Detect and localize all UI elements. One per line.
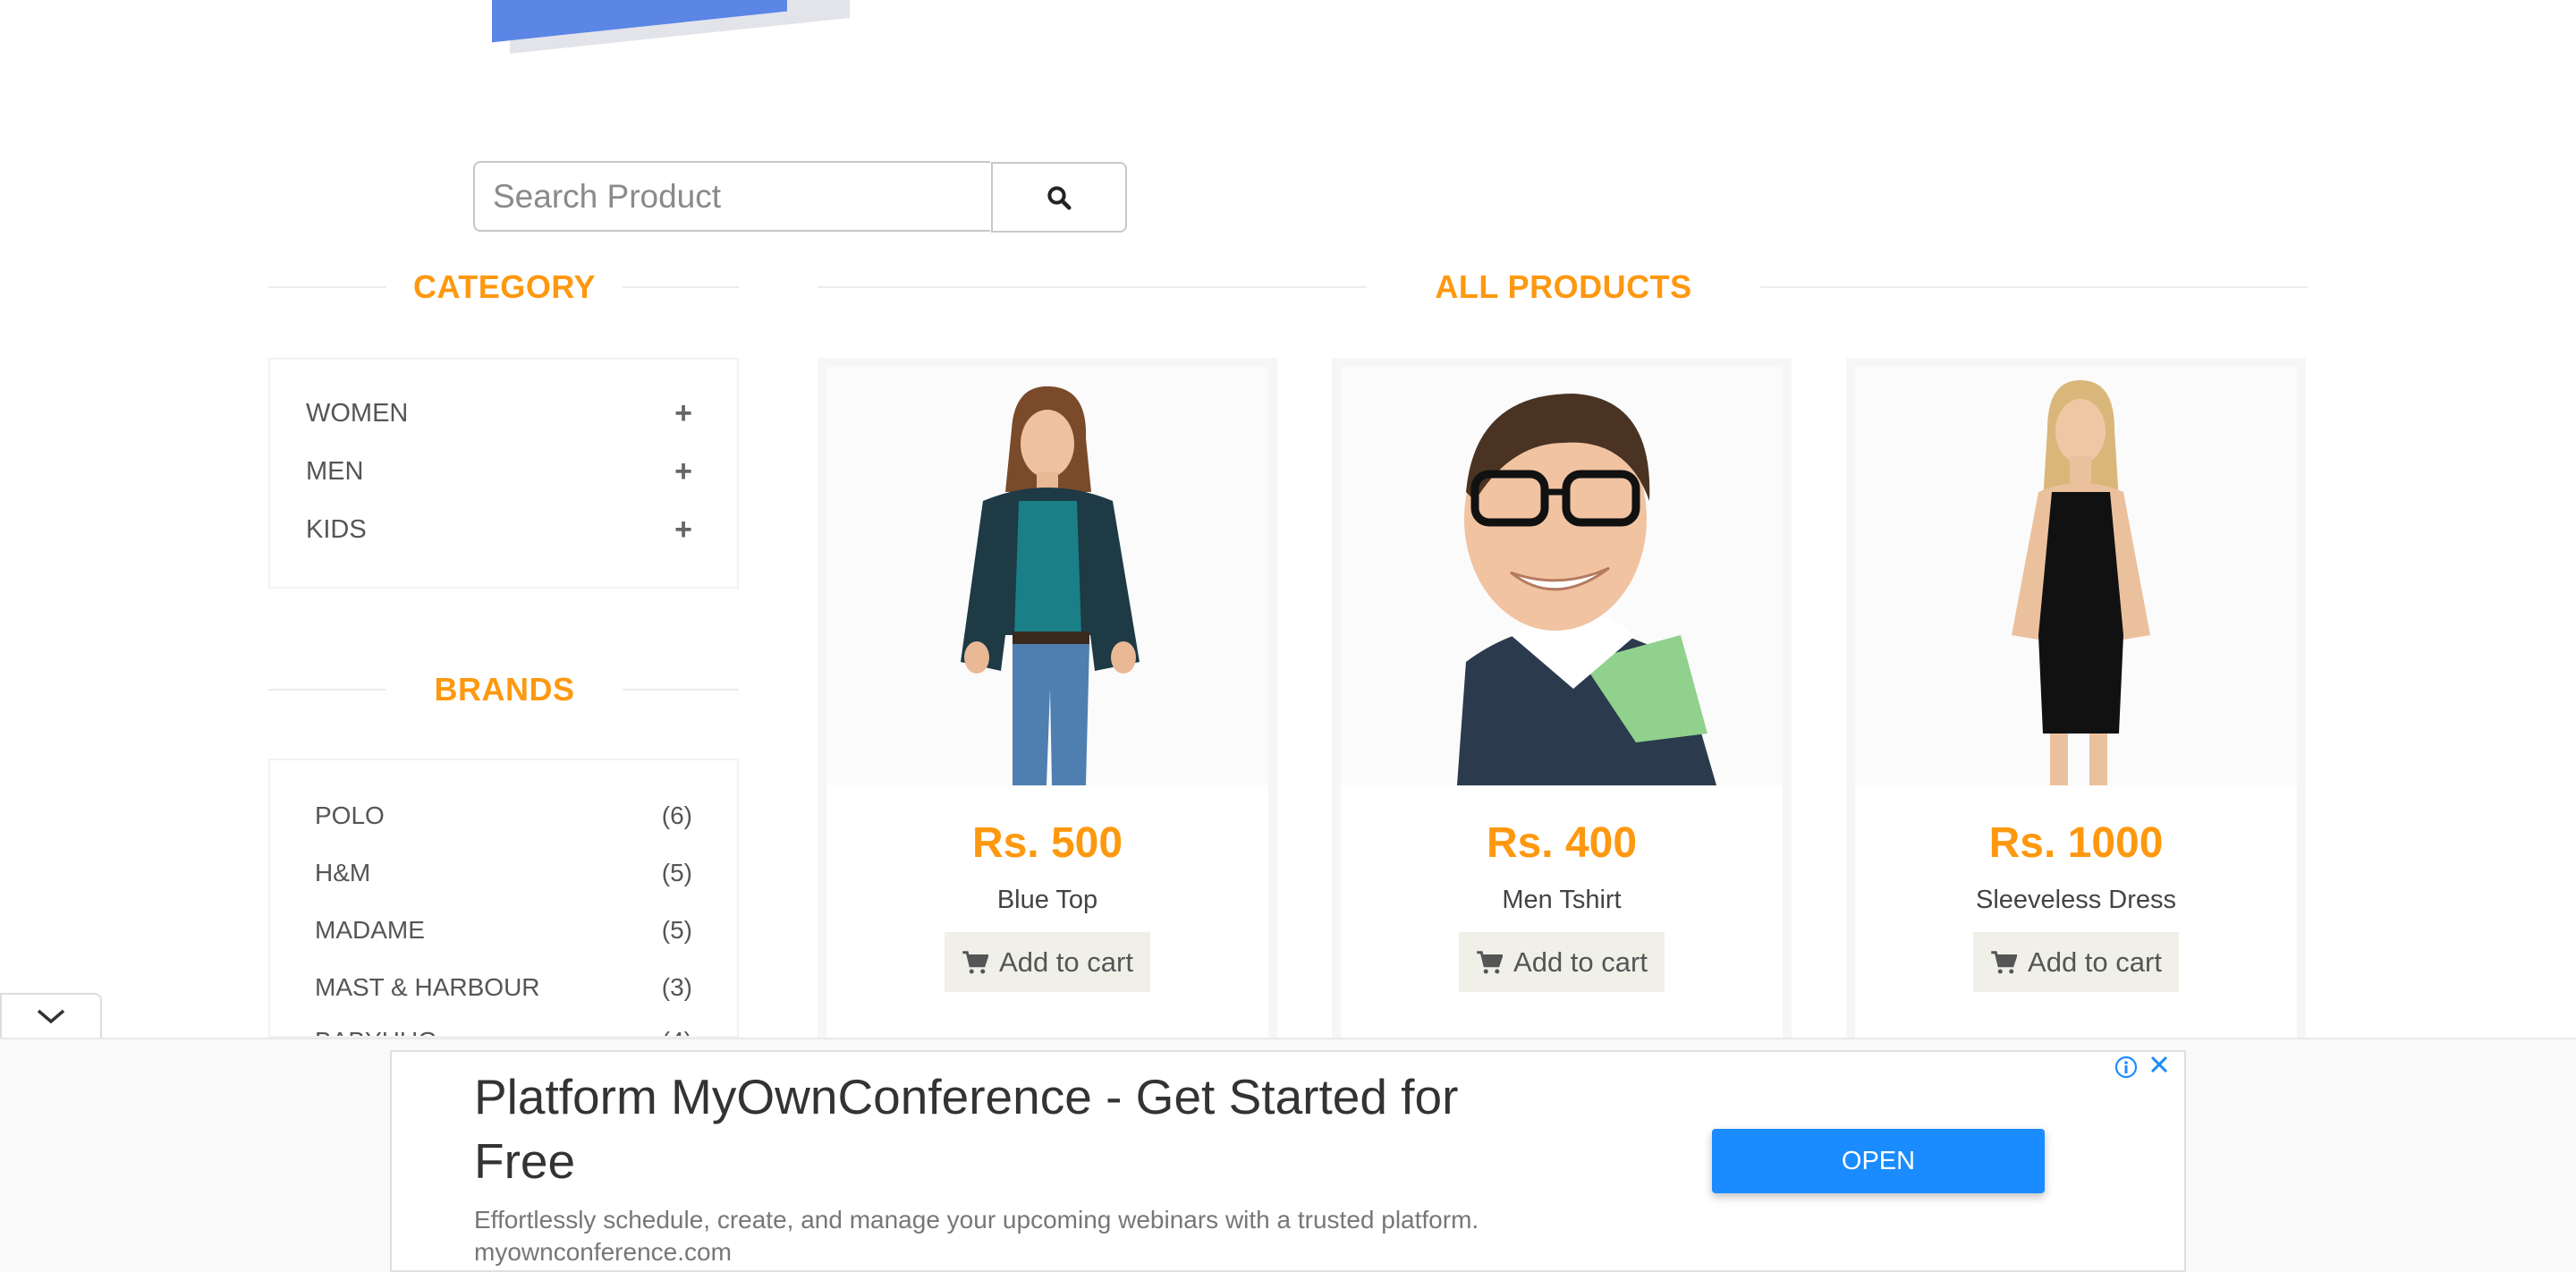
product-card: Rs. 400 Men Tshirt Add to cart — [1332, 358, 1792, 1047]
brand-count: (5) — [661, 859, 692, 886]
search-icon — [1047, 185, 1072, 209]
product-card: Rs. 1000 Sleeveless Dress Add to cart — [1846, 358, 2306, 1047]
brand-count: (4) — [662, 1027, 692, 1036]
man-with-glasses-image — [1341, 367, 1783, 785]
plus-icon[interactable]: + — [674, 454, 692, 489]
add-to-cart-label: Add to cart — [1513, 946, 1648, 978]
product-name: Blue Top — [996, 886, 1098, 914]
product-image[interactable] — [826, 367, 1268, 785]
category-label: WOMEN — [306, 398, 409, 428]
add-to-cart-button[interactable]: Add to cart — [945, 932, 1150, 992]
close-icon[interactable] — [2147, 1052, 2172, 1077]
chevron-down-icon — [37, 1009, 65, 1024]
brand-count: (3) — [661, 973, 692, 1001]
search-button[interactable] — [991, 162, 1127, 233]
category-item-women[interactable]: WOMEN + — [306, 395, 692, 431]
plus-icon[interactable]: + — [674, 513, 692, 547]
info-icon[interactable] — [2114, 1056, 2138, 1079]
woman-in-dress-image — [1855, 367, 2297, 785]
brand-count: (5) — [661, 916, 692, 944]
product-image[interactable] — [1341, 367, 1783, 785]
brand-label: H&M — [315, 859, 371, 886]
title-divider — [818, 286, 1367, 288]
search-input[interactable] — [473, 161, 990, 232]
ad-content[interactable]: Platform MyOwnConference - Get Started f… — [390, 1050, 2186, 1272]
add-to-cart-label: Add to cart — [2028, 946, 2162, 978]
ad-title[interactable]: Platform MyOwnConference - Get Started f… — [474, 1064, 1547, 1193]
site-logo[interactable] — [483, 0, 859, 54]
brand-item-madame[interactable]: MADAME (5) — [315, 912, 692, 948]
brand-label: POLO — [315, 801, 385, 829]
brand-item-hm[interactable]: H&M (5) — [315, 855, 692, 891]
product-name: Men Tshirt — [1502, 886, 1622, 914]
product-price: Rs. 400 — [1486, 819, 1638, 867]
ad-collapse-toggle[interactable] — [0, 993, 102, 1038]
add-to-cart-button[interactable]: Add to cart — [1459, 932, 1665, 992]
ad-url[interactable]: myownconference.com — [474, 1238, 732, 1267]
brand-label: MAST & HARBOUR — [315, 973, 540, 1001]
brands-title: BRANDS — [434, 671, 575, 708]
all-products-title: ALL PRODUCTS — [1435, 268, 1692, 305]
category-title: CATEGORY — [412, 268, 596, 305]
product-price: Rs. 1000 — [1988, 819, 2164, 867]
ad-description: Effortlessly schedule, create, and manag… — [474, 1206, 1479, 1234]
brands-panel: POLO (6) H&M (5) MADAME (5) MAST & HARBO… — [268, 759, 739, 1038]
shopping-cart-icon — [1477, 950, 1504, 973]
add-to-cart-label: Add to cart — [999, 946, 1133, 978]
brand-label: MADAME — [315, 916, 425, 944]
title-divider — [268, 689, 386, 691]
title-divider — [623, 286, 739, 288]
shopping-cart-icon — [962, 950, 989, 973]
ad-open-button[interactable]: OPEN — [1712, 1129, 2045, 1193]
shopping-cart-icon — [1991, 950, 2018, 973]
category-label: KIDS — [306, 514, 367, 544]
woman-figure-image — [826, 367, 1268, 785]
category-item-men[interactable]: MEN + — [306, 454, 692, 489]
brand-label: BABYHUG — [315, 1027, 437, 1036]
brand-count: (6) — [661, 801, 692, 829]
title-divider — [268, 286, 386, 288]
plus-icon[interactable]: + — [674, 396, 692, 431]
title-divider — [623, 689, 739, 691]
brand-item-polo[interactable]: POLO (6) — [315, 798, 692, 834]
category-panel: WOMEN + MEN + KIDS + — [268, 358, 739, 589]
ad-banner: Platform MyOwnConference - Get Started f… — [0, 1038, 2576, 1272]
product-price: Rs. 500 — [971, 819, 1123, 867]
brand-item-mast-harbour[interactable]: MAST & HARBOUR (3) — [315, 970, 692, 1005]
title-divider — [1760, 286, 2308, 288]
product-name: Sleeveless Dress — [1975, 886, 2177, 914]
add-to-cart-button[interactable]: Add to cart — [1973, 932, 2179, 992]
product-card: Rs. 500 Blue Top Add to cart — [818, 358, 1277, 1047]
brand-item-babyhug[interactable]: BABYHUG (4) — [315, 1023, 692, 1036]
category-label: MEN — [306, 456, 364, 486]
category-item-kids[interactable]: KIDS + — [306, 512, 692, 547]
product-image[interactable] — [1855, 367, 2297, 785]
